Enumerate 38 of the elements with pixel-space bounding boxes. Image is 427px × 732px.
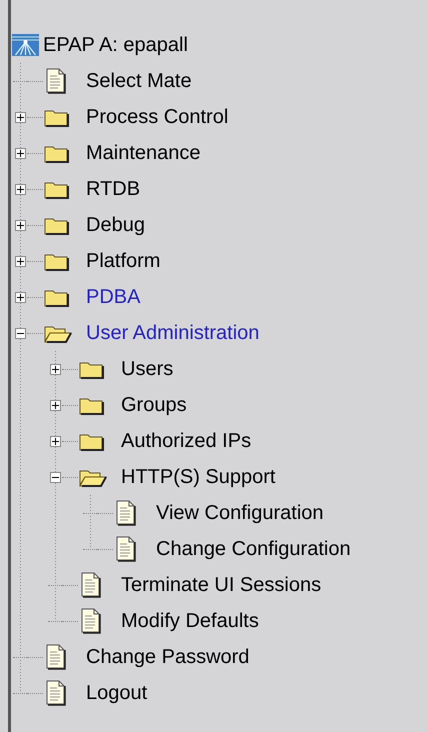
tree-item-label[interactable]: HTTP(S) Support bbox=[121, 466, 276, 488]
tree-item-label[interactable]: PDBA bbox=[86, 286, 140, 308]
tree-item-label[interactable]: Authorized IPs bbox=[121, 430, 252, 452]
expand-button[interactable] bbox=[14, 256, 26, 266]
tree-item-label[interactable]: Platform bbox=[86, 250, 160, 272]
expand-button[interactable] bbox=[50, 400, 60, 410]
collapse-button[interactable] bbox=[14, 328, 26, 338]
document-icon bbox=[80, 608, 102, 634]
tree-item-label[interactable]: User Administration bbox=[86, 322, 260, 344]
expand-button[interactable] bbox=[14, 292, 26, 302]
document-icon bbox=[45, 644, 67, 670]
tree-item-label[interactable]: Logout bbox=[86, 682, 148, 704]
tree-item-label[interactable]: RTDB bbox=[86, 178, 140, 200]
network-logo-icon bbox=[12, 34, 39, 56]
tree-root-label[interactable]: EPAP A: epapall bbox=[43, 34, 188, 56]
expand-button[interactable] bbox=[50, 436, 60, 446]
expand-button[interactable] bbox=[14, 184, 26, 194]
tree-item-label[interactable]: Maintenance bbox=[86, 142, 201, 164]
expand-button[interactable] bbox=[14, 112, 26, 122]
tree-item-label[interactable]: Process Control bbox=[86, 106, 228, 128]
expand-button[interactable] bbox=[14, 220, 26, 230]
tree-item-label[interactable]: Users bbox=[121, 358, 174, 380]
document-icon bbox=[115, 500, 137, 526]
tree-item-label[interactable]: View Configuration bbox=[156, 502, 324, 524]
collapse-button[interactable] bbox=[50, 472, 60, 482]
tree-item-label[interactable]: Modify Defaults bbox=[121, 610, 259, 632]
tree-item-label[interactable]: Change Configuration bbox=[156, 538, 351, 560]
document-icon bbox=[45, 680, 67, 706]
document-icon bbox=[115, 536, 137, 562]
tree-item-label[interactable]: Terminate UI Sessions bbox=[121, 574, 322, 596]
tree-item-label[interactable]: Groups bbox=[121, 394, 187, 416]
document-icon bbox=[45, 68, 67, 94]
document-icon bbox=[80, 572, 102, 598]
tree-item-label[interactable]: Change Password bbox=[86, 646, 250, 668]
expand-button[interactable] bbox=[50, 364, 60, 374]
tree-item-label[interactable]: Debug bbox=[86, 214, 145, 236]
expand-button[interactable] bbox=[14, 148, 26, 158]
tree-item-label[interactable]: Select Mate bbox=[86, 70, 192, 92]
